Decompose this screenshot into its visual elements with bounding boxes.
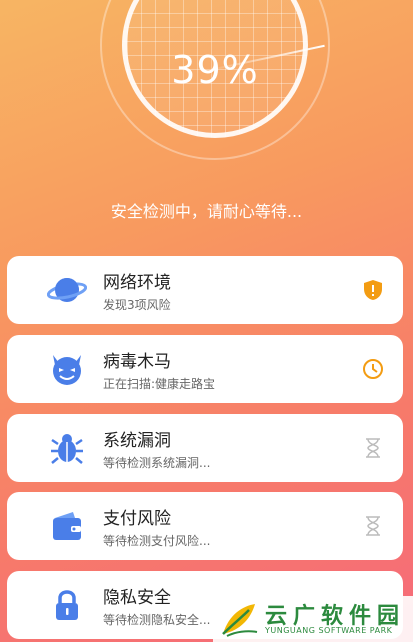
hourglass-icon (366, 516, 380, 536)
check-title: 隐私安全 (103, 588, 171, 608)
lock-icon (56, 590, 78, 620)
check-subtitle: 等待检测系统漏洞... (103, 456, 211, 470)
wallet-icon (53, 512, 81, 540)
check-title: 系统漏洞 (103, 431, 171, 451)
check-subtitle: 等待检测支付风险... (103, 534, 211, 548)
scan-percent: 39% (171, 48, 259, 92)
hourglass-icon (366, 438, 380, 458)
watermark-logo: 云广软件园 YUNGUANG SOFTWARE PARK (213, 596, 413, 642)
scan-status-text: 安全检测中，请耐心等待... (110, 202, 303, 221)
check-card-network[interactable]: 网络环境 发现3项风险 (7, 256, 403, 324)
bug-icon (51, 434, 83, 464)
check-title: 网络环境 (103, 273, 171, 293)
check-title: 支付风险 (103, 509, 171, 529)
check-card-virus[interactable]: 病毒木马 正在扫描:健康走路宝 (7, 335, 403, 403)
check-card-system[interactable]: 系统漏洞 等待检测系统漏洞... (7, 414, 403, 482)
leaf-logo-icon (222, 604, 258, 637)
clock-icon (363, 359, 383, 379)
check-subtitle: 正在扫描:健康走路宝 (103, 377, 216, 391)
check-subtitle: 等待检测隐私安全... (103, 613, 211, 627)
watermark-en: YUNGUANG SOFTWARE PARK (265, 626, 393, 635)
scan-progress-area: 39% 安全检测中，请耐心等待... (0, 0, 413, 240)
check-card-payment[interactable]: 支付风险 等待检测支付风险... (7, 492, 403, 560)
planet-icon (47, 278, 87, 302)
check-title: 病毒木马 (103, 352, 171, 372)
warning-shield-icon (364, 280, 382, 300)
devil-icon (53, 355, 81, 385)
check-subtitle: 发现3项风险 (103, 298, 171, 312)
